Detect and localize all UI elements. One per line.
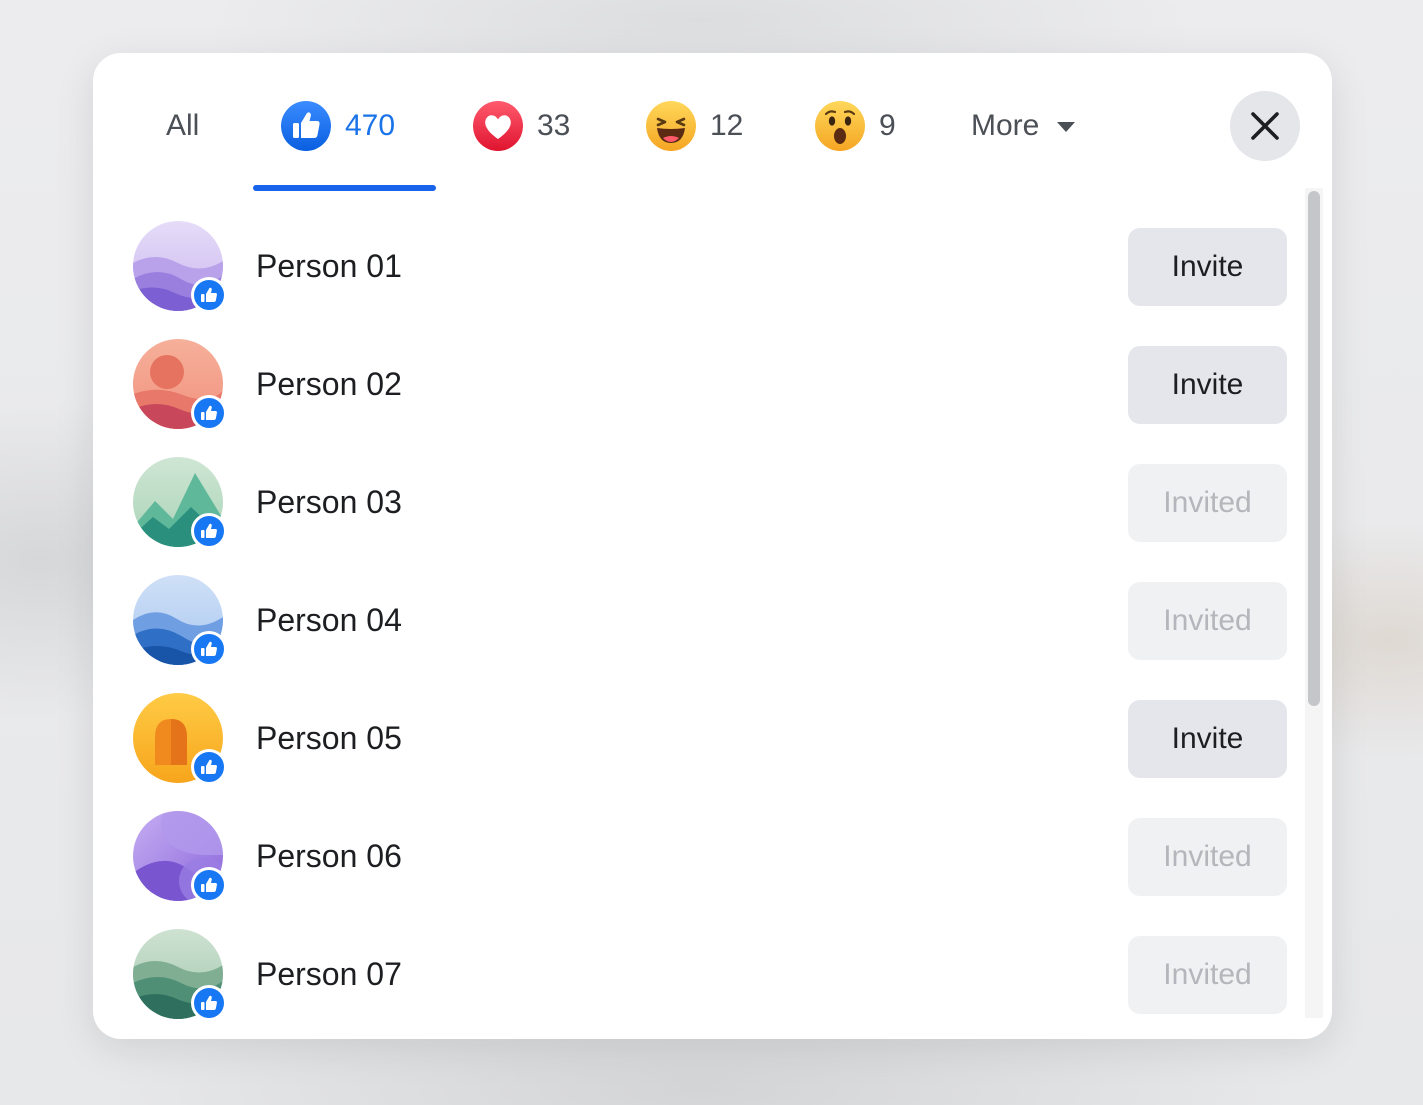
tab-wow-count: 9 (879, 109, 896, 142)
like-badge-icon (191, 985, 227, 1021)
avatar[interactable] (133, 929, 229, 1025)
list-item: Person 02 Invite (133, 339, 1288, 431)
active-tab-indicator (253, 185, 436, 191)
avatar[interactable] (133, 339, 229, 435)
tab-more[interactable]: More (971, 91, 1076, 161)
like-badge-icon (191, 749, 227, 785)
list-item: Person 07 Invited (133, 929, 1288, 1021)
person-name[interactable]: Person 05 (256, 720, 402, 757)
avatar[interactable] (133, 811, 229, 907)
avatar[interactable] (133, 575, 229, 671)
like-badge-icon (191, 395, 227, 431)
scrollbar[interactable] (1305, 188, 1323, 1018)
tab-more-label: More (971, 109, 1040, 142)
tab-love-count: 33 (537, 109, 571, 142)
tab-all-label: All (166, 109, 200, 142)
like-badge-icon (191, 867, 227, 903)
scrollbar-thumb[interactable] (1308, 191, 1320, 706)
person-name[interactable]: Person 07 (256, 956, 402, 993)
tab-haha[interactable]: 12 (646, 91, 743, 161)
tab-love[interactable]: 33 (473, 91, 570, 161)
avatar[interactable] (133, 693, 229, 789)
invited-button[interactable]: Invited (1128, 582, 1287, 660)
invite-button[interactable]: Invite (1128, 346, 1287, 424)
invite-button[interactable]: Invite (1128, 228, 1287, 306)
invited-button[interactable]: Invited (1128, 818, 1287, 896)
tab-like[interactable]: 470 (281, 91, 395, 161)
haha-reaction-icon (646, 101, 696, 151)
person-name[interactable]: Person 03 (256, 484, 402, 521)
caret-down-icon (1057, 122, 1076, 132)
person-name[interactable]: Person 01 (256, 248, 402, 285)
avatar[interactable] (133, 221, 229, 317)
person-name[interactable]: Person 06 (256, 838, 402, 875)
person-name[interactable]: Person 02 (256, 366, 402, 403)
like-reaction-icon (281, 101, 331, 151)
list-item: Person 06 Invited (133, 811, 1288, 903)
like-badge-icon (191, 631, 227, 667)
wow-reaction-icon (815, 101, 865, 151)
tab-haha-count: 12 (710, 109, 744, 142)
invited-button[interactable]: Invited (1128, 464, 1287, 542)
tab-wow[interactable]: 9 (815, 91, 896, 161)
like-badge-icon (191, 513, 227, 549)
close-icon (1251, 112, 1279, 140)
invited-button[interactable]: Invited (1128, 936, 1287, 1014)
reactions-dialog: All 470 33 12 9 More Person 01 Invite Pe… (93, 53, 1332, 1039)
close-button[interactable] (1230, 91, 1300, 161)
love-reaction-icon (473, 101, 523, 151)
person-name[interactable]: Person 04 (256, 602, 402, 639)
avatar[interactable] (133, 457, 229, 553)
list-item: Person 05 Invite (133, 693, 1288, 785)
like-badge-icon (191, 277, 227, 313)
tab-all[interactable]: All (166, 91, 199, 161)
list-item: Person 04 Invited (133, 575, 1288, 667)
list-item: Person 03 Invited (133, 457, 1288, 549)
tab-like-count: 470 (345, 109, 396, 142)
invite-button[interactable]: Invite (1128, 700, 1287, 778)
list-item: Person 01 Invite (133, 221, 1288, 313)
